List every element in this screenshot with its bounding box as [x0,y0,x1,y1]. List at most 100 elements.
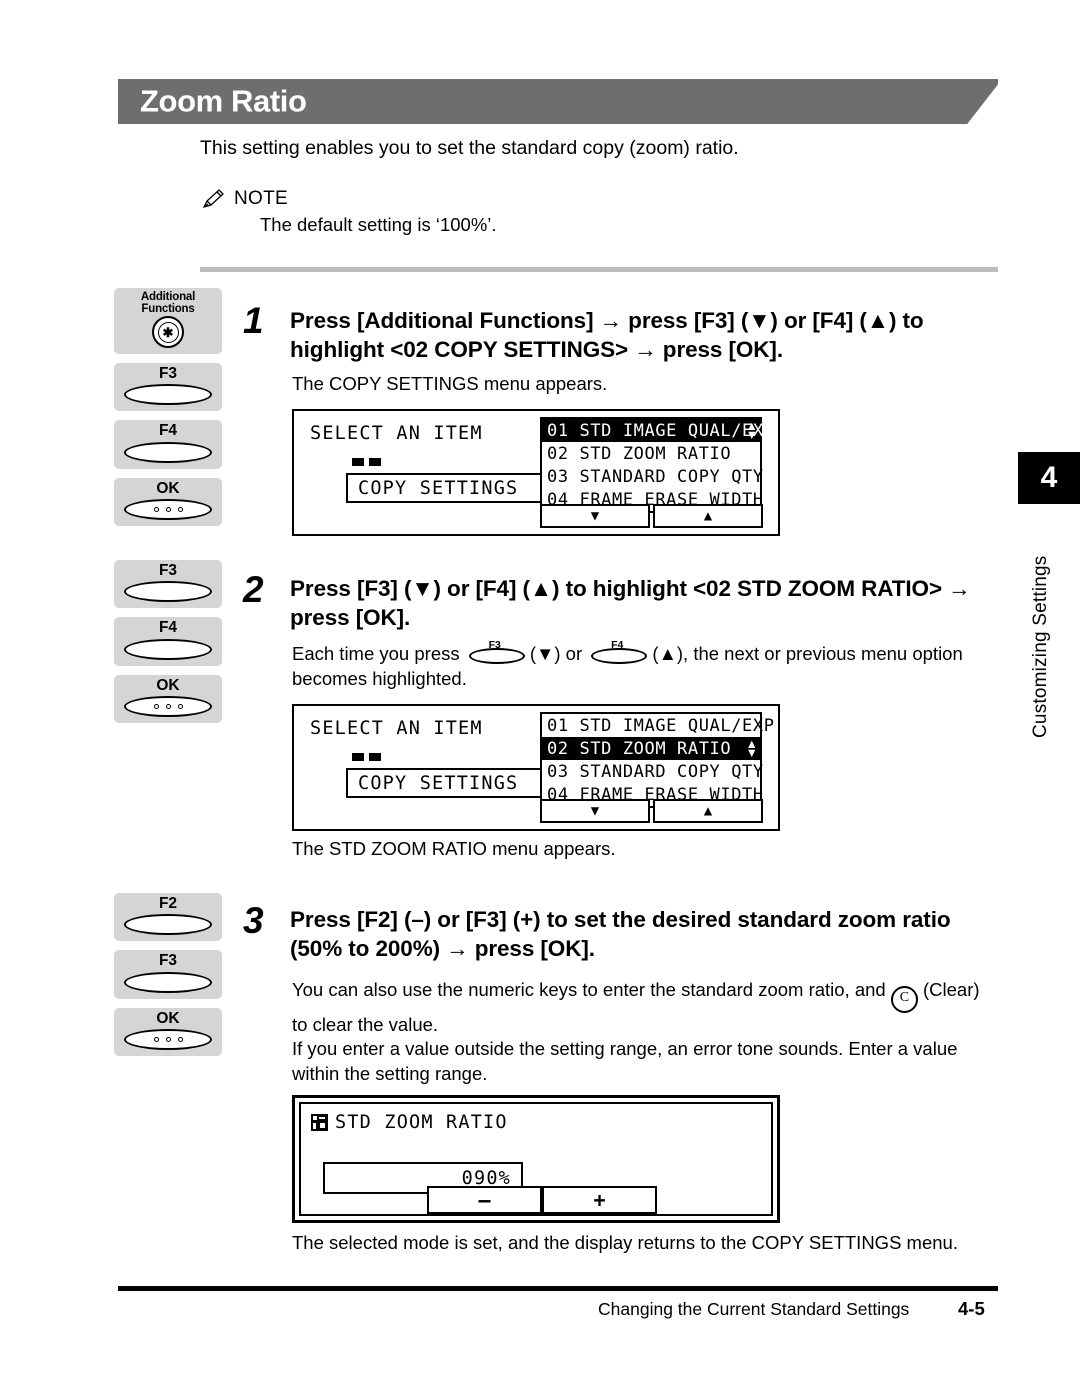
key-oval-f4 [124,441,212,463]
step-2-heading: Press [F3] (▼) or [F4] (▲) to highlight … [290,576,971,630]
lcd3-softkey-minus[interactable]: – [427,1186,542,1214]
ok-dot [165,506,171,512]
key-f3[interactable]: F3 [114,950,222,999]
intro-paragraph: This setting enables you to set the stan… [200,137,739,159]
additional-functions-icon: ✱ [152,316,184,349]
step-2-caption: The STD ZOOM RATIO menu appears. [292,838,616,859]
key-label-f3: F3 [158,365,178,383]
footer-rule [118,1286,998,1291]
key-label-f3: F3 [158,952,178,970]
page-title: Zoom Ratio [140,82,307,118]
step-2-key-column: F3 F4 OK [114,560,222,732]
lcd2-softkeys: ▼ ▲ [540,799,763,823]
lcd2-row-1-text: 01 STD IMAGE QUAL/EXP [547,715,775,736]
page-header-band: Zoom Ratio [118,79,998,124]
key-oval-f3 [124,384,212,406]
key-f4[interactable]: F4 [114,617,222,666]
step-3-subtext-2: If you enter a value outside the setting… [292,1038,958,1084]
lcd1-softkey-up[interactable]: ▲ [653,504,763,528]
key-oval-f3 [124,971,212,993]
lcd3-title-row: STD ZOOM RATIO [311,1112,508,1133]
ok-dot [177,1036,183,1042]
key-label-f3: F3 [158,562,178,579]
scroll-updown-icon: ▲ ▼ [748,735,756,760]
key-f2[interactable]: F2 [114,893,222,942]
step-3-key-column: F2 F3 OK [114,893,222,1065]
step-3-subtext-a: You can also use the numeric keys to ent… [292,979,886,1000]
ok-dot [153,1036,159,1042]
key-label-ok: OK [156,676,180,694]
step-1-subtext: The COPY SETTINGS menu appears. [292,373,608,394]
key-f3[interactable]: F3 [114,363,222,412]
inline-key-f3-oval [468,648,525,664]
lcd1-softkeys: ▼ ▲ [540,504,763,528]
page-tab: 4 Customizing Settings [1018,452,1080,738]
step-1-heading: Press [Additional Functions] → press [F3… [290,308,924,362]
zoom-ratio-icon [311,1114,328,1131]
clear-key-icon: C [890,986,918,1013]
ok-dot [177,703,183,709]
key-ok[interactable]: OK [114,477,222,526]
key-oval-f2 [124,914,212,936]
lcd-screen-2: SELECT AN ITEM COPY SETTINGS 01 STD IMAG… [292,704,780,831]
lcd3-frame: STD ZOOM RATIO 090% – + [299,1102,773,1216]
step-3-heading: Press [F2] (–) or [F3] (+) to set the de… [290,907,951,961]
key-additional-functions[interactable]: Additional Functions ✱ [114,288,222,355]
ok-dot [153,703,159,709]
lcd2-menu-list[interactable]: 01 STD IMAGE QUAL/EXP 02 STD ZOOM RATIO … [540,712,774,808]
key-oval-ok [124,498,212,520]
step-1-key-column: Additional Functions ✱ F3 F4 OK [114,288,222,535]
lcd2-row-2[interactable]: 02 STD ZOOM RATIO ▲ ▼ [542,737,760,760]
key-oval-ok [124,1028,212,1050]
lcd3-softkey-plus[interactable]: + [542,1186,657,1214]
step-1-number: 1 [243,300,264,341]
lcd1-title: SELECT AN ITEM [310,423,483,444]
lcd1-row-3[interactable]: 03 STANDARD COPY QTY [542,465,763,488]
step-3-subtext-1: You can also use the numeric keys to ent… [292,978,982,1038]
lcd2-row-1[interactable]: 01 STD IMAGE QUAL/EXP [542,714,774,737]
key-ok[interactable]: OK [114,674,222,723]
lcd2-row-2-text: 02 STD ZOOM RATIO [547,738,732,759]
lcd2-title: SELECT AN ITEM [310,718,483,739]
ok-dot [153,506,159,512]
step-2-subtext-b: (▼) or [529,643,583,664]
additional-functions-glyph: ✱ [157,321,179,343]
footer-page-number: 4-5 [958,1298,985,1319]
lcd2-indicator-marks [352,753,381,761]
key-label-f4: F4 [158,422,178,440]
lcd1-menu-list[interactable]: 01 STD IMAGE QUAL/EXP ▲ ▼ 02 STD ZOOM RAT… [540,417,774,513]
lcd2-softkey-down[interactable]: ▼ [540,799,650,823]
lcd1-row-1-text: 01 STD IMAGE QUAL/EXP [547,420,775,441]
lcd1-softkey-down[interactable]: ▼ [540,504,650,528]
section-divider [200,267,998,272]
page-tab-label: Customizing Settings [1030,555,1051,738]
step-2-subtext-c: (▲), the next or previous menu option [652,643,963,664]
lcd3-title: STD ZOOM RATIO [335,1112,508,1133]
key-label-f4: F4 [158,619,178,637]
note-label: NOTE [234,188,288,209]
scroll-updown-icon: ▲ ▼ [748,417,756,442]
step-2-subtext: Each time you press F3 (▼) or F4 (▲), th… [292,639,992,692]
lcd1-row-2[interactable]: 02 STD ZOOM RATIO [542,442,760,465]
lcd3-softkeys: – + [427,1186,657,1214]
key-oval-f4 [124,638,212,660]
ok-dot [165,703,171,709]
key-label-f2: F2 [158,895,178,912]
key-label-ok: OK [156,1009,180,1027]
lcd2-row-3[interactable]: 03 STANDARD COPY QTY [542,760,763,783]
key-f4[interactable]: F4 [114,420,222,469]
key-ok[interactable]: OK [114,1007,222,1056]
step-3-number: 3 [243,900,264,941]
lcd1-row-1[interactable]: 01 STD IMAGE QUAL/EXP ▲ ▼ [542,417,774,442]
step-2-subtext-a: Each time you press [292,643,460,664]
key-f3[interactable]: F3 [114,560,222,609]
page-tab-number: 4 [1018,452,1080,504]
note-header: NOTE [200,188,497,210]
inline-key-f4-oval [591,648,648,664]
note-block: NOTE The default setting is ‘100%’. [200,188,497,236]
lcd2-softkey-up[interactable]: ▲ [653,799,763,823]
lcd1-row-3-text: 03 STANDARD COPY QTY [547,466,764,487]
note-body: The default setting is ‘100%’. [260,214,497,235]
inline-key-f3: F3 [467,639,525,664]
footer-section-title: Changing the Current Standard Settings [598,1299,910,1319]
